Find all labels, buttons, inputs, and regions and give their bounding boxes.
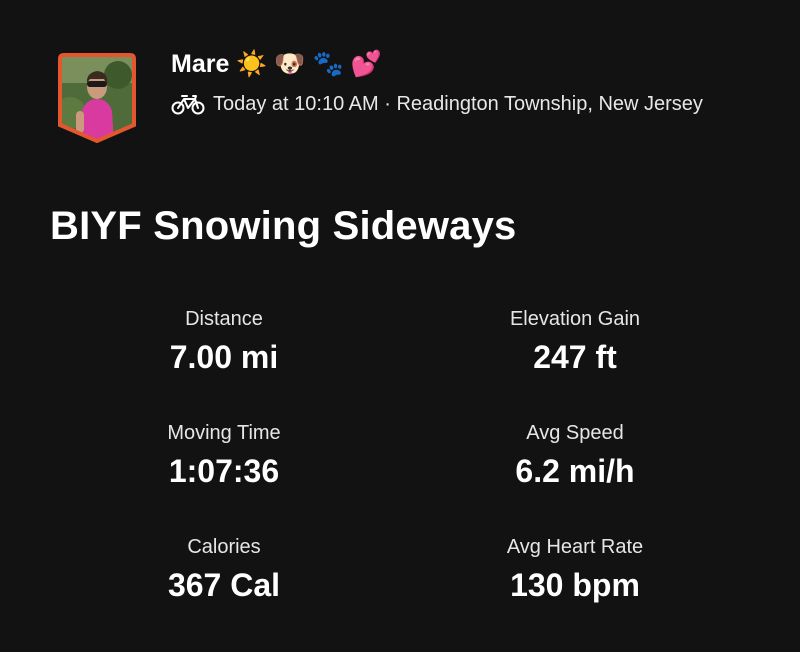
stat-value: 7.00 mi xyxy=(169,339,279,375)
stat-label: Distance xyxy=(185,308,263,330)
stat-value: 1:07:36 xyxy=(168,453,280,489)
stat-value: 367 Cal xyxy=(167,567,281,603)
activity-timestamp: Today at 10:10 AM xyxy=(213,92,379,115)
avatar-photo xyxy=(58,53,136,143)
stat-moving-time: Moving Time 1:07:36 xyxy=(74,419,374,491)
activity-meta: Today at 10:10 AM · Readington Township,… xyxy=(171,90,703,118)
stat-label: Avg Heart Rate xyxy=(506,536,644,558)
stat-label: Calories xyxy=(187,536,261,558)
stat-label: Moving Time xyxy=(167,422,281,444)
stat-elevation-gain: Elevation Gain 247 ft xyxy=(425,305,725,377)
meta-separator: · xyxy=(378,92,397,115)
stat-value: 6.2 mi/h xyxy=(515,453,635,489)
athlete-name-emojis: ☀️ 🐶 🐾 💕 xyxy=(236,50,382,78)
activity-card: Mare ☀️ 🐶 🐾 💕 Today at 10:10 AM · Readin… xyxy=(0,0,800,652)
stat-label: Elevation Gain xyxy=(509,308,641,330)
stat-label: Avg Speed xyxy=(526,422,624,444)
stat-avg-speed: Avg Speed 6.2 mi/h xyxy=(425,419,725,491)
stat-distance: Distance 7.00 mi xyxy=(74,305,374,377)
stat-avg-heart-rate: Avg Heart Rate 130 bpm xyxy=(425,533,725,605)
stat-calories: Calories 367 Cal xyxy=(74,533,374,605)
athlete-avatar[interactable] xyxy=(56,53,138,143)
athlete-name-text: Mare xyxy=(171,50,230,78)
athlete-name[interactable]: Mare ☀️ 🐶 🐾 💕 xyxy=(171,48,382,80)
activity-title[interactable]: BIYF Snowing Sideways xyxy=(50,200,517,252)
activity-location: Readington Township, New Jersey xyxy=(396,92,703,115)
stat-value: 130 bpm xyxy=(510,567,640,603)
bike-icon xyxy=(171,95,205,115)
stat-value: 247 ft xyxy=(533,339,617,375)
